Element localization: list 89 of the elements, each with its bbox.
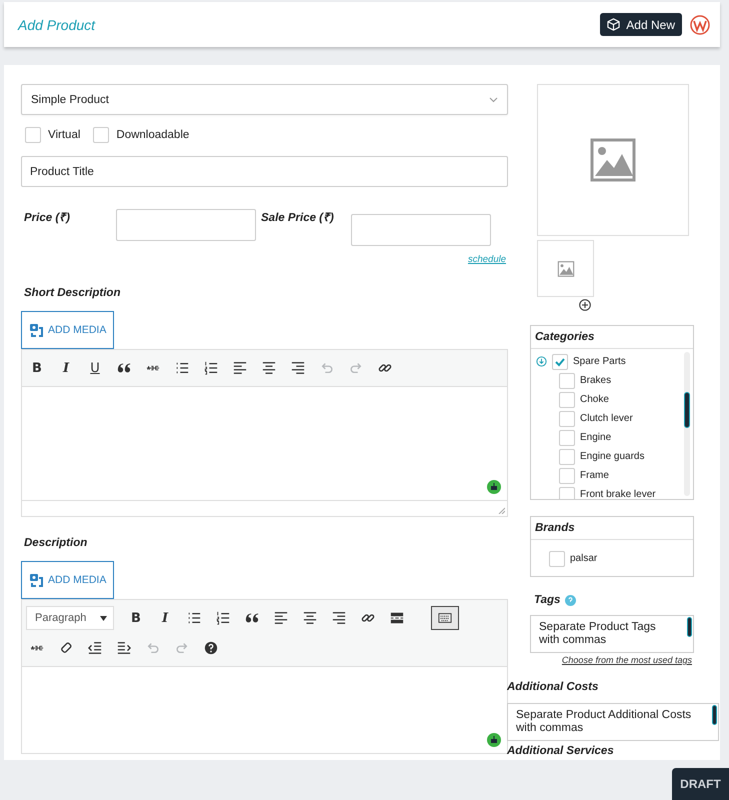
category-label: Choke [580, 394, 609, 405]
align-right-icon[interactable] [291, 361, 305, 375]
align-left-icon[interactable] [274, 611, 288, 625]
robot-icon[interactable] [487, 733, 501, 747]
category-label: Engine guards [580, 451, 644, 462]
checkbox[interactable] [559, 392, 575, 408]
checkbox[interactable] [559, 486, 575, 499]
text-editor[interactable]: B I U [21, 349, 508, 517]
chevron-down-icon [489, 96, 498, 102]
media-icon [29, 573, 43, 587]
price-field[interactable] [116, 209, 256, 241]
collapse-icon[interactable] [536, 356, 547, 367]
category-label: Clutch lever [580, 413, 633, 424]
numbered-list-icon[interactable] [216, 611, 230, 625]
page-title: Add Product [18, 16, 96, 32]
italic-button[interactable]: I [154, 606, 176, 630]
add-media-button[interactable]: ADD MEDIA [21, 561, 114, 599]
panel-title: Brands [531, 517, 693, 540]
tags-label: Tags [534, 594, 560, 606]
add-new-button[interactable]: Add New [600, 13, 682, 36]
align-left-icon[interactable] [233, 361, 247, 375]
indent-icon[interactable] [117, 641, 131, 655]
category-label: Engine [580, 432, 612, 443]
underline-button[interactable]: U [84, 356, 106, 380]
quote-icon[interactable] [245, 611, 259, 625]
checkbox[interactable] [93, 127, 110, 143]
resize-handle-icon[interactable] [498, 507, 505, 514]
brand-label: palsar [570, 553, 598, 564]
add-media-button[interactable]: ADD MEDIA [21, 311, 114, 349]
option-label: Virtual [48, 129, 80, 141]
checkbox[interactable] [559, 448, 575, 464]
align-center-icon[interactable] [262, 361, 276, 375]
bold-button[interactable]: B [26, 356, 48, 380]
product-type-select[interactable]: Simple Product [21, 84, 508, 115]
checkbox[interactable] [559, 372, 575, 388]
price-label: Sale Price (₹) [260, 211, 335, 226]
category-label: Frame [580, 470, 609, 481]
draft-button[interactable]: DRAFT [672, 768, 729, 800]
keyboard-icon [438, 611, 452, 625]
scrollbar[interactable] [684, 352, 690, 496]
section-label: Additional Services [507, 745, 615, 757]
checkbox[interactable] [25, 127, 41, 143]
eraser-icon[interactable] [59, 641, 73, 655]
align-center-icon[interactable] [303, 611, 317, 625]
media-icon [29, 323, 43, 337]
checkbox[interactable] [559, 430, 575, 446]
help-icon[interactable] [204, 641, 218, 655]
option-label: Downloadable [116, 129, 190, 141]
section-label: Short Description [24, 287, 122, 299]
scrollbar-thumb[interactable] [684, 392, 690, 428]
format-dropdown[interactable]: Paragraph [26, 606, 114, 630]
bullet-list-icon[interactable] [175, 361, 189, 375]
section-label: Additional Costs [507, 681, 600, 693]
dropdown-arrow-icon [100, 616, 107, 620]
checkbox[interactable] [559, 468, 575, 484]
quote-icon[interactable] [117, 361, 131, 375]
checkbox[interactable] [549, 550, 565, 566]
title-field[interactable]: Product Title [21, 156, 508, 187]
numbered-list-icon[interactable] [204, 361, 218, 375]
checkbox[interactable] [559, 410, 575, 426]
text-editor[interactable]: Paragraph B I [21, 599, 508, 754]
category-label: Front brake lever [580, 489, 656, 499]
panel-title: Categories [531, 326, 693, 349]
scrollbar-thumb[interactable] [687, 617, 692, 637]
align-right-icon[interactable] [332, 611, 346, 625]
price-label: Price (₹) [23, 211, 71, 226]
category-label: Brakes [580, 375, 612, 386]
image-icon [590, 138, 636, 182]
outdent-icon[interactable] [88, 641, 102, 655]
bullet-list-icon[interactable] [187, 611, 201, 625]
most-used-tags-link[interactable]: Choose from the most used tags [562, 655, 692, 665]
italic-button[interactable]: I [55, 356, 77, 380]
read-more-icon[interactable] [390, 611, 404, 625]
category-label: Spare Parts [573, 356, 626, 367]
image-icon [556, 260, 574, 276]
additional-costs-field[interactable]: Separate Product Additional Costs with commas [507, 703, 719, 741]
tags-field[interactable]: Separate Product Tags with commas [530, 615, 694, 653]
check-icon [554, 356, 566, 368]
checkbox[interactable] [552, 354, 568, 370]
box-icon [607, 18, 620, 31]
toolbar-toggle-button[interactable] [431, 606, 459, 630]
robot-icon[interactable] [487, 480, 501, 494]
add-icon[interactable] [579, 299, 591, 311]
sale-price-field[interactable] [351, 214, 491, 246]
bold-button[interactable]: B [125, 606, 147, 630]
section-label: Description [24, 537, 88, 549]
scrollbar-thumb[interactable] [712, 705, 717, 725]
image-placeholder[interactable] [537, 84, 689, 236]
logo-icon[interactable] [690, 14, 710, 34]
